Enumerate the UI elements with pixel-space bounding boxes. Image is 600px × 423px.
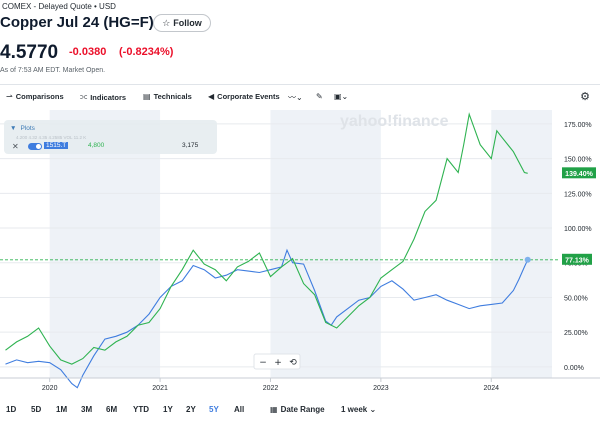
y-tick-label: 150.00% [564, 157, 592, 164]
collapse-icon: ▼ [10, 125, 17, 132]
series-end-dot [524, 256, 531, 263]
x-tick-label: 2022 [263, 385, 279, 392]
year-band [270, 110, 381, 378]
comparisons-icon: ⇀ [6, 92, 13, 101]
range-bar: 1D 5D 1M 3M 6M YTD 1Y 2Y 5Y All ▦ Date R… [0, 402, 600, 420]
star-icon: ☆ [162, 17, 171, 28]
chart-type-button[interactable]: ▣⌄ [334, 92, 348, 101]
interval-select[interactable]: 1 week ⌄ [341, 405, 376, 414]
indicators-icon: ⫗ [80, 92, 88, 101]
yahoo-finance-watermark: yahoo!finance [340, 113, 449, 130]
chart-type-icon: ▣⌄ [334, 92, 349, 101]
year-band [491, 110, 552, 378]
range-button-1m[interactable]: 1M [56, 405, 67, 414]
y-tick-label: 25.00% [564, 330, 588, 337]
range-button-1d[interactable]: 1D [6, 405, 16, 414]
zoom-in-button[interactable]: + [274, 358, 282, 368]
price: 4.5770 [0, 42, 59, 63]
x-tick-label: 2023 [373, 385, 389, 392]
draw-button[interactable]: ✎ [316, 92, 323, 101]
comparison-toggle[interactable] [28, 143, 42, 150]
plots-title: Plots [20, 125, 35, 132]
comparison-value: 4,800 [88, 142, 105, 149]
as-of-text: As of 7:53 AM EDT. Market Open. [0, 67, 106, 74]
y-tick-label: 125.00% [564, 191, 592, 198]
date-range-button[interactable]: ▦ Date Range [270, 405, 325, 414]
follow-button[interactable]: ☆ Follow [153, 14, 211, 32]
x-tick-label: 2020 [42, 385, 58, 392]
zoom-out-button[interactable]: − [259, 358, 267, 368]
corporate-events-button[interactable]: ◀ Corporate Events [208, 92, 280, 101]
comparisons-button[interactable]: ⇀ Comparisons [6, 92, 64, 101]
range-button-2y[interactable]: 2Y [186, 405, 196, 414]
y-tick-label: 50.00% [564, 295, 588, 302]
plots-comparison-row: ✕ 1515.T 4,800 3,175 [10, 142, 211, 152]
range-button-ytd[interactable]: YTD [133, 405, 149, 414]
green-value-badge-label: 139.40% [565, 171, 593, 178]
page-title: Copper Jul 24 (HG=F) [0, 14, 154, 31]
range-button-5d[interactable]: 5D [31, 405, 41, 414]
range-button-1y[interactable]: 1Y [163, 405, 173, 414]
price-change: -0.0380 [69, 46, 107, 58]
range-button-all[interactable]: All [234, 405, 244, 414]
range-button-5y[interactable]: 5Y [209, 405, 219, 414]
range-button-3m[interactable]: 3M [81, 405, 92, 414]
y-tick-label: 175.00% [564, 122, 592, 129]
calendar-icon: ▦ [270, 405, 278, 414]
pencil-icon: ✎ [316, 92, 323, 101]
comparison-value-2: 3,175 [182, 142, 199, 149]
divider [0, 84, 600, 85]
y-tick-label: 0.00% [564, 365, 584, 372]
comparison-symbol: 1515.T [44, 142, 69, 149]
corporate-events-icon: ◀ [208, 92, 215, 101]
plots-ohlc-line: 4.200 4.32 4.35 4.2585 VOL 11.2 K [16, 135, 87, 140]
plots-panel: ▼ Plots 4.200 4.32 4.35 4.2585 VOL 11.2 … [4, 120, 217, 154]
price-change-pct: (-0.8234%) [119, 46, 174, 58]
x-tick-label: 2024 [483, 385, 499, 392]
indicators-button[interactable]: ⫗ Indicators [80, 92, 126, 102]
x-tick-label: 2021 [152, 385, 168, 392]
line-chart-button[interactable]: 〰⌄ [288, 92, 303, 103]
range-button-6m[interactable]: 6M [106, 405, 117, 414]
remove-comparison-icon[interactable]: ✕ [12, 142, 19, 151]
zoom-reset-icon[interactable]: ⟲ [289, 358, 297, 368]
exchange-line: COMEX - Delayed Quote • USD [2, 2, 116, 11]
technicals-icon: ▤ [143, 92, 151, 101]
chevron-down-icon: ⌄ [369, 405, 377, 414]
follow-label: Follow [173, 18, 202, 28]
plots-header[interactable]: ▼ Plots [10, 125, 35, 132]
blue-value-badge-label: 77.13% [565, 257, 590, 264]
line-chart-icon: 〰⌄ [288, 93, 303, 102]
settings-icon[interactable]: ⚙ [580, 90, 590, 103]
y-tick-label: 100.00% [564, 226, 592, 233]
technicals-button[interactable]: ▤ Technicals [143, 92, 192, 101]
chart-toolbar: ⇀ Comparisons ⫗ Indicators ▤ Technicals … [0, 88, 600, 108]
